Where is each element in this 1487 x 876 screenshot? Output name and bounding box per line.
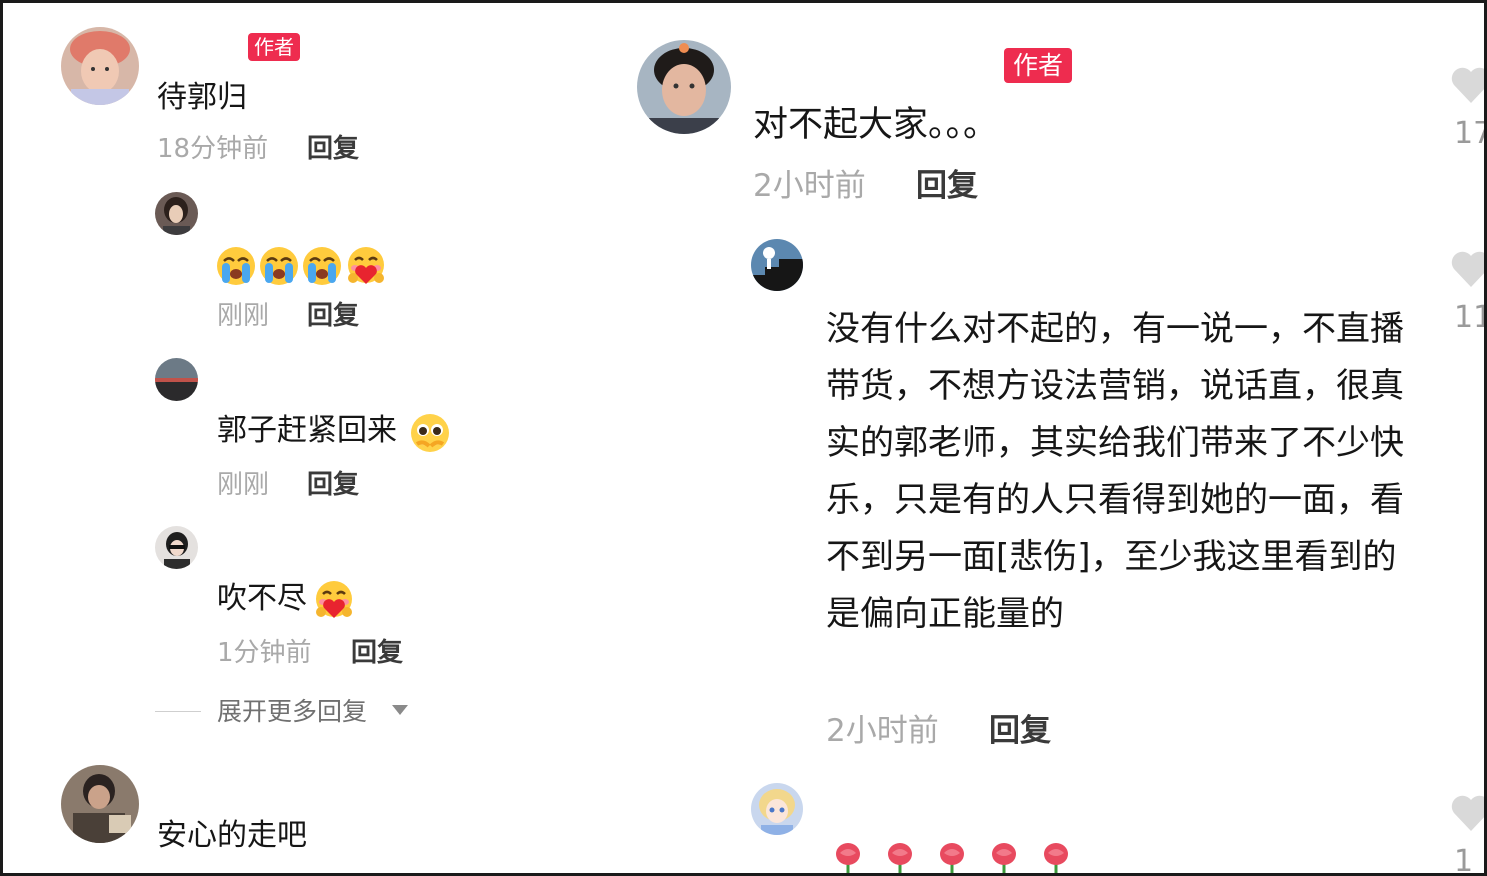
emoji-row [216, 246, 387, 286]
screenshot-frame: 作者 待郭归 18分钟前 回复 刚刚 回复 郭子赶紧回来 刚刚 回复 吹不尽 1… [3, 3, 1484, 873]
avatar[interactable] [155, 526, 198, 569]
reply-time: 刚刚 [217, 301, 270, 331]
reply-button[interactable]: 回复 [989, 716, 1051, 747]
rose-icon [836, 843, 860, 873]
comment-time: 18分钟前 [157, 134, 269, 164]
author-badge: 作者 [248, 33, 300, 61]
avatar[interactable] [637, 40, 731, 134]
avatar[interactable] [155, 192, 198, 235]
rose-emoji-row [831, 841, 1073, 873]
left-comment-panel: 作者 待郭归 18分钟前 回复 刚刚 回复 郭子赶紧回来 刚刚 回复 吹不尽 1… [3, 3, 603, 873]
heart-icon[interactable] [1450, 793, 1484, 833]
reply-button[interactable]: 回复 [307, 303, 359, 329]
pleading-face-icon [411, 414, 449, 452]
face-holding-heart-icon [316, 581, 352, 618]
loudly-crying-face-icon [260, 247, 298, 285]
like-count: 17 [1454, 116, 1484, 151]
comment-text: 对不起大家。。。 [753, 105, 999, 145]
reply-button[interactable]: 回复 [307, 136, 359, 162]
loudly-crying-face-icon [303, 247, 341, 285]
heart-icon[interactable] [1450, 65, 1484, 105]
reply-button[interactable]: 回复 [351, 640, 403, 666]
comment-time: 2小时前 [753, 168, 866, 204]
rose-icon [1044, 843, 1068, 873]
heart-icon[interactable] [1450, 249, 1484, 289]
right-comment-panel: 作者 对不起大家。。。 2小时前 回复 没有什么对不起的，有一说一，不直播带货，… [603, 3, 1484, 873]
rose-icon [992, 843, 1016, 873]
rose-icon [940, 843, 964, 873]
loudly-crying-face-icon [217, 247, 255, 285]
rose-icon [888, 843, 912, 873]
caret-down-icon[interactable] [392, 705, 408, 715]
author-badge: 作者 [1004, 48, 1073, 83]
avatar[interactable] [61, 27, 139, 105]
reply-text: 没有什么对不起的，有一说一，不直播带货，不想方设法营销，说话直，很真实的郭老师，… [826, 309, 1404, 634]
reply-time: 2小时前 [826, 713, 939, 749]
avatar[interactable] [751, 239, 803, 291]
avatar[interactable] [61, 765, 139, 843]
like-count: 11 [1454, 300, 1484, 335]
like-count: 1 [1454, 844, 1474, 874]
comment-text: 安心的走吧 [157, 818, 307, 853]
avatar[interactable] [155, 358, 198, 401]
expand-divider [155, 711, 201, 712]
reply-text: 吹不尽 [217, 581, 307, 616]
expand-more-replies[interactable]: 展开更多回复 [217, 699, 367, 724]
comment-text: 待郭归 [157, 80, 247, 115]
reply-text: 郭子赶紧回来 [217, 413, 397, 448]
reply-button[interactable]: 回复 [916, 171, 978, 202]
reply-time: 1分钟前 [217, 638, 312, 668]
face-holding-heart-icon [348, 247, 384, 284]
reply-time: 刚刚 [217, 470, 270, 500]
reply-button[interactable]: 回复 [307, 472, 359, 498]
avatar[interactable] [751, 783, 803, 835]
